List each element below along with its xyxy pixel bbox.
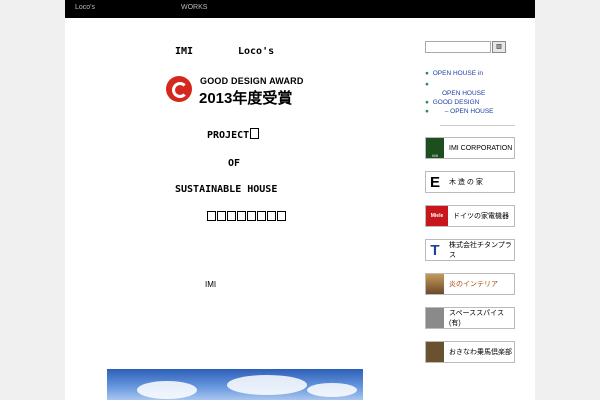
nav-item-works[interactable]: WORKS (181, 4, 207, 11)
banner-space-spice[interactable]: スペーススパイス(有) (425, 307, 515, 329)
project-heading-line1: PROJECT (207, 128, 260, 141)
page-content (65, 0, 535, 400)
project-heading-line2: OF (228, 158, 241, 169)
horse-logo-icon (426, 342, 444, 362)
miele-logo-icon: Miele (426, 206, 448, 226)
banner-fire-interior[interactable]: 炎のインテリア (425, 273, 515, 295)
nav-item-locos[interactable]: Loco's (75, 4, 95, 11)
list-item[interactable]: ● OPEN HOUSE in (425, 70, 483, 77)
body-label-imi: IMI (205, 280, 217, 289)
search-input[interactable] (425, 41, 491, 53)
sidebar-link-open-house-in[interactable]: OPEN HOUSE in (433, 70, 483, 77)
banner-okinawa-riding-club[interactable]: おきなわ乗馬倶楽部 (425, 341, 515, 363)
sidebar-divider (440, 125, 515, 126)
good-design-logo-icon (166, 76, 192, 102)
award-name: GOOD DESIGN AWARD (200, 76, 304, 86)
sidebar-link-dash-open-house[interactable]: – OPEN HOUSE (445, 108, 494, 115)
banner-wooden-house[interactable]: E 木 造 の 家 (425, 171, 515, 193)
e-logo-icon: E (426, 172, 444, 192)
banner-label: 炎のインテリア (449, 281, 498, 288)
project-subtitle-missing-glyphs (207, 211, 286, 224)
missing-glyph-box (250, 128, 260, 139)
sidebar-link-open-house[interactable]: OPEN HOUSE (442, 90, 485, 97)
good-design-award-badge: GOOD DESIGN AWARD 2013年度受賞 (166, 74, 306, 107)
t-logo-icon: T (426, 240, 444, 260)
imi-logo-icon: IMI (426, 138, 444, 158)
search-button-icon: ▥ (496, 44, 502, 50)
banner-titan-plus[interactable]: T 株式会社チタンプラス (425, 239, 515, 261)
fire-photo-icon (426, 274, 444, 294)
site-title-locos: Loco's (238, 46, 275, 57)
banner-label: 株式会社チタンプラス (449, 242, 512, 259)
banner-label: ドイツの家電機器 (453, 213, 509, 220)
banner-label: 木 造 の 家 (449, 179, 483, 186)
list-item[interactable]: ● – OPEN HOUSE (425, 108, 494, 115)
list-item[interactable]: ● GOOD DESIGN (425, 99, 479, 106)
banner-label: おきなわ乗馬倶楽部 (449, 349, 512, 356)
search-button[interactable]: ▥ (492, 41, 506, 53)
banner-label: スペーススパイス(有) (449, 310, 504, 327)
site-title-imi: IMI (175, 46, 194, 57)
list-item[interactable]: ● (425, 81, 429, 88)
project-heading-line3: SUSTAINABLE HOUSE (175, 184, 278, 195)
banner-miele[interactable]: Miele ドイツの家電機器 (425, 205, 515, 227)
house-photo (107, 369, 363, 400)
top-navigation-bar: Loco's WORKS (65, 0, 535, 18)
sidebar-link-good-design[interactable]: GOOD DESIGN (433, 99, 480, 106)
space-spice-logo-icon (426, 308, 444, 328)
banner-label: IMI CORPORATION (449, 144, 513, 152)
award-year: 2013年度受賞 (199, 90, 293, 107)
banner-imi-corporation[interactable]: IMI IMI CORPORATION (425, 137, 515, 159)
